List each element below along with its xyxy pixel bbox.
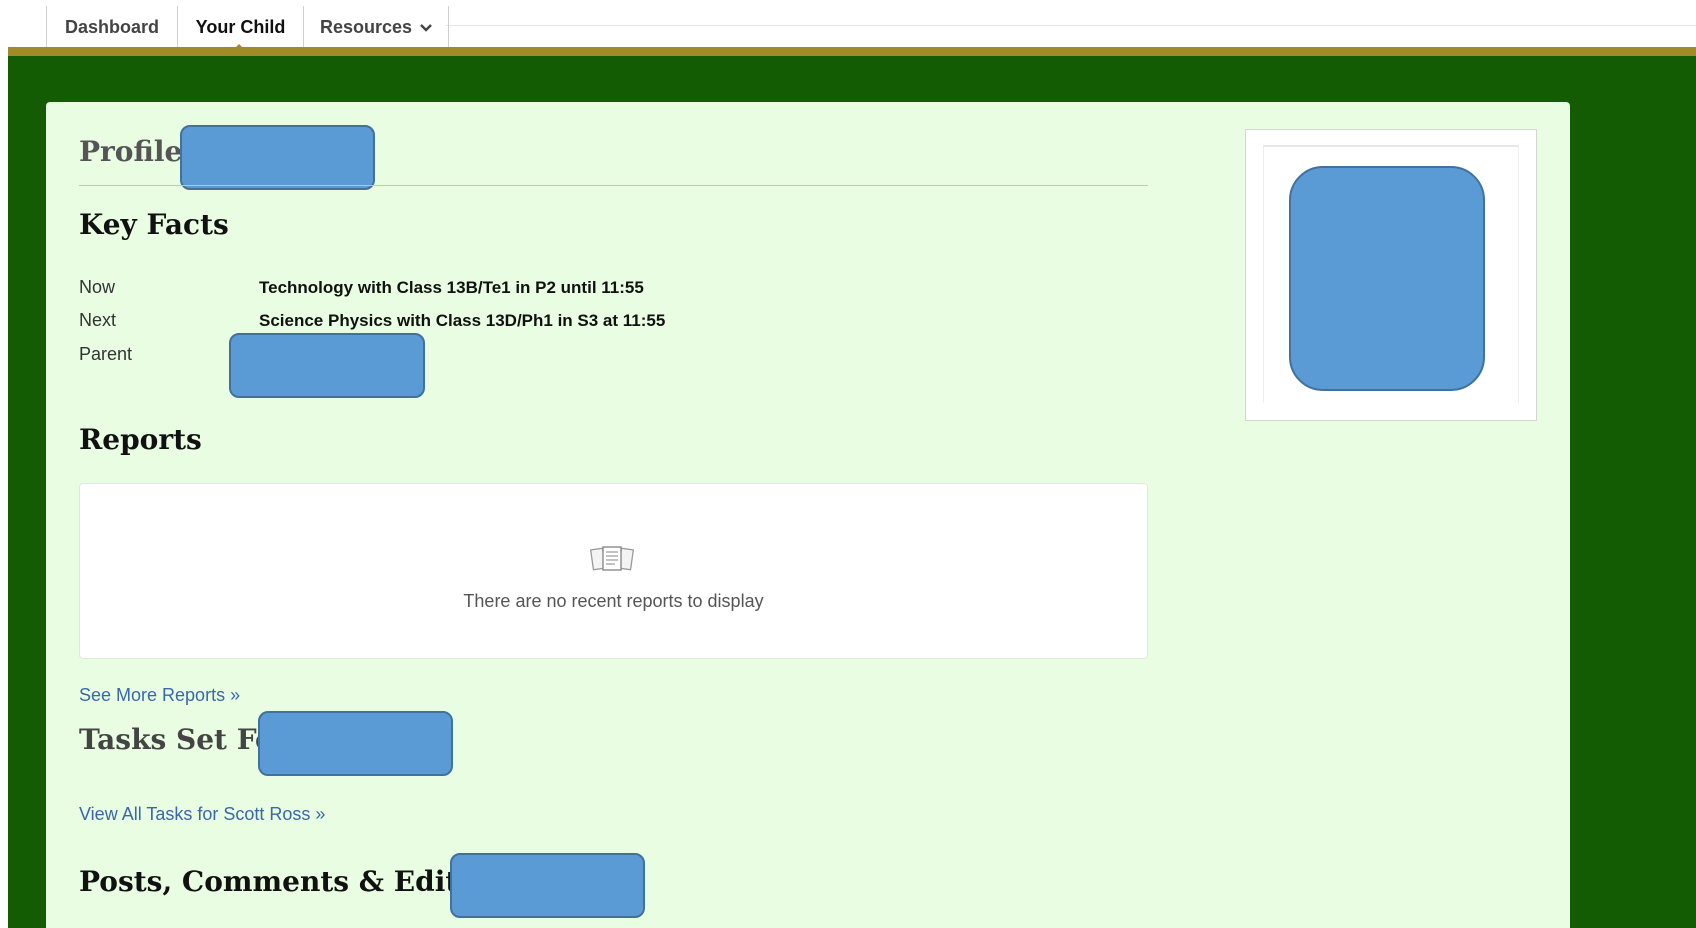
profile-heading: Profile: xyxy=(79,135,193,168)
chevron-down-icon xyxy=(420,21,432,35)
reports-empty-message: There are no recent reports to display xyxy=(463,591,764,611)
nav-accent-bar xyxy=(8,47,1696,56)
fact-value-next: Science Physics with Class 13D/Ph1 in S3… xyxy=(259,311,666,330)
reports-heading: Reports xyxy=(79,423,202,456)
fact-label-now: Now xyxy=(79,277,116,297)
redacted-parent-name xyxy=(229,333,425,398)
key-facts-heading: Key Facts xyxy=(79,208,229,241)
tab-resources-label: Resources xyxy=(319,16,413,37)
tab-dashboard[interactable]: Dashboard xyxy=(46,6,177,48)
top-navigation: Dashboard Your Child Resources xyxy=(0,0,1696,53)
profile-divider xyxy=(79,185,1148,186)
redacted-student-name xyxy=(180,125,375,190)
view-all-tasks-link[interactable]: View All Tasks for Scott Ross » xyxy=(79,804,325,825)
redacted-posts-student-name xyxy=(450,853,645,918)
tab-resources[interactable]: Resources xyxy=(303,6,448,48)
fact-label-next: Next xyxy=(79,310,117,330)
fact-label-parent: Parent xyxy=(79,344,133,364)
redacted-student-photo xyxy=(1289,166,1485,391)
tab-dashboard-label: Dashboard xyxy=(64,16,160,37)
fact-value-now: Technology with Class 13B/Te1 in P2 unti… xyxy=(259,278,644,297)
tab-your-child-label: Your Child xyxy=(195,16,286,37)
see-more-reports-link[interactable]: See More Reports » xyxy=(79,685,240,706)
redacted-tasks-student-name xyxy=(258,711,453,776)
nav-divider-line xyxy=(446,25,1696,26)
reports-icon xyxy=(590,546,634,571)
tab-separator xyxy=(448,6,449,48)
